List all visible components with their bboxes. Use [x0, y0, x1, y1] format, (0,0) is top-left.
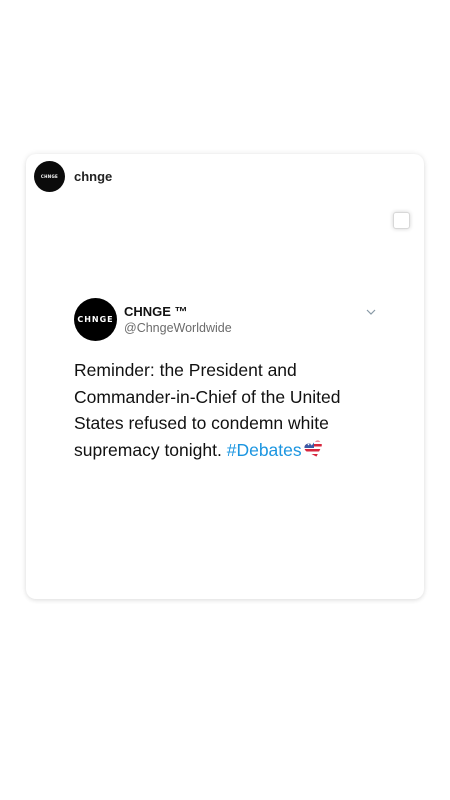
hashtag-link[interactable]: #Debates	[227, 440, 302, 460]
tweet-avatar-text: CHNGE	[77, 315, 114, 324]
tweet-author: CHNGE ™ @ChngeWorldwide	[124, 304, 232, 336]
account-avatar-text: CHNGE	[40, 174, 59, 179]
tweet-body: Reminder: the President and Commander-in…	[74, 357, 374, 463]
tweet-display-name[interactable]: CHNGE ™	[124, 304, 232, 320]
account-avatar[interactable]: CHNGE	[34, 161, 65, 192]
tweet-handle[interactable]: @ChngeWorldwide	[124, 320, 232, 336]
post-card: CHNGE chnge CHNGE CHNGE ™ @ChngeWorldwid…	[26, 154, 424, 599]
chevron-down-icon[interactable]	[366, 307, 376, 317]
select-checkbox[interactable]	[393, 212, 410, 229]
account-username[interactable]: chnge	[74, 169, 112, 184]
post-header: CHNGE chnge	[34, 161, 112, 192]
us-flag-heart-emoji-icon	[303, 439, 324, 459]
story-page: CHNGE chnge CHNGE CHNGE ™ @ChngeWorldwid…	[0, 0, 450, 800]
embedded-tweet: CHNGE CHNGE ™ @ChngeWorldwide Reminder: …	[74, 298, 384, 463]
tweet-header: CHNGE CHNGE ™ @ChngeWorldwide	[74, 298, 384, 341]
tweet-avatar[interactable]: CHNGE	[74, 298, 117, 341]
